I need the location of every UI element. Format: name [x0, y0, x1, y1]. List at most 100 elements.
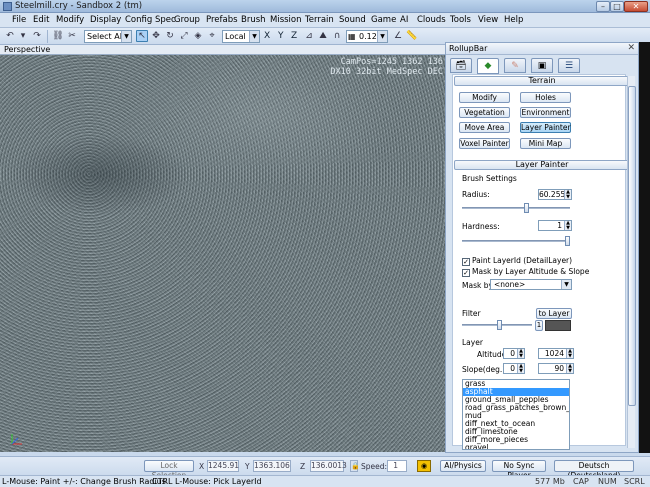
viewport-label[interactable]: Perspective	[4, 45, 50, 54]
mask-altitude-checkbox[interactable]: ✓ Mask by Layer Altitude & Slope	[462, 267, 589, 277]
move-icon[interactable]: ✥	[150, 30, 162, 42]
paint-layerid-label: Paint LayerId (DetailLayer)	[472, 256, 573, 265]
menu-mission[interactable]: Mission	[270, 15, 302, 25]
holes-button[interactable]: Holes	[520, 92, 571, 103]
paint-layerid-checkbox[interactable]: ✓ Paint LayerId (DetailLayer)	[462, 256, 572, 266]
magnet-icon[interactable]: ∩	[331, 30, 343, 42]
memory-indicator: 577 Mb	[535, 477, 565, 486]
y-coord-field[interactable]: 1363.106	[253, 460, 291, 472]
perspective-viewport[interactable]: CamPos=1245 1362 136 DX10 32bit MedSpec …	[0, 55, 445, 452]
list-item[interactable]: gravel	[463, 444, 569, 450]
game-mode-icon[interactable]: ◉	[417, 460, 431, 472]
environment-button[interactable]: Environment	[520, 107, 571, 118]
mask-by-dropdown[interactable]: <none> ▼	[490, 279, 572, 290]
terrain-rollup-header[interactable]: Terrain	[454, 76, 630, 86]
rollup-scrollbar[interactable]	[627, 76, 636, 448]
grid-size-select[interactable]: ▦ 0.125 ▼	[346, 30, 388, 43]
menu-clouds[interactable]: Clouds	[417, 15, 446, 25]
spin-arrows-icon[interactable]: ▲ ▼	[566, 364, 573, 373]
spin-arrows-icon[interactable]: ▲ ▼	[517, 349, 524, 358]
menu-sound[interactable]: Sound	[339, 15, 366, 25]
hardness-slider-thumb[interactable]	[565, 236, 570, 246]
axis-y-button[interactable]: Y	[278, 31, 284, 44]
terrain-snap-icon[interactable]: ⛰	[317, 30, 329, 42]
ai-physics-button[interactable]: AI/Physics	[440, 460, 486, 472]
slope-max-spinner[interactable]: 90 ▲ ▼	[538, 363, 574, 374]
radius-slider-thumb[interactable]	[524, 203, 529, 213]
vegetation-button[interactable]: Vegetation	[459, 107, 510, 118]
spin-arrows-icon[interactable]: ▲ ▼	[517, 364, 524, 373]
to-layer-button[interactable]: to Layer	[536, 308, 572, 319]
menu-help[interactable]: Help	[504, 15, 523, 25]
snap-object-icon[interactable]: ◈	[192, 30, 204, 42]
no-sync-player-button[interactable]: No Sync Player	[492, 460, 546, 480]
z-coord-field[interactable]: 136.0013	[310, 460, 347, 472]
hardness-slider[interactable]	[462, 236, 570, 246]
axis-xy-icon[interactable]: ⊿	[303, 30, 315, 42]
altitude-min-spinner[interactable]: 0 ▲ ▼	[503, 348, 525, 359]
axis-z-button[interactable]: Z	[291, 31, 297, 44]
x-coord-field[interactable]: 1245.91	[207, 460, 239, 472]
close-button[interactable]: ✕	[624, 1, 648, 12]
menu-modify[interactable]: Modify	[56, 15, 84, 25]
hardness-spinner[interactable]: 1 ▲ ▼	[538, 220, 572, 231]
rollup-scrollbar-thumb[interactable]	[628, 86, 636, 406]
menu-view[interactable]: View	[478, 15, 498, 25]
selection-mask-select[interactable]: Select All ▼	[84, 30, 132, 43]
spin-arrows-icon[interactable]: ▲ ▼	[564, 190, 571, 199]
menu-edit[interactable]: Edit	[33, 15, 49, 25]
radius-spinner[interactable]: 60.255 ▲ ▼	[538, 189, 572, 200]
layer-painter-button[interactable]: Layer Painter	[520, 122, 571, 133]
slope-min-spinner[interactable]: 0 ▲ ▼	[503, 363, 525, 374]
scale-icon[interactable]: ⤢	[178, 30, 190, 42]
menu-file[interactable]: File	[12, 15, 26, 25]
menu-brush[interactable]: Brush	[241, 15, 266, 25]
angle-snap-icon[interactable]: ∠	[392, 30, 404, 42]
mini-map-button[interactable]: Mini Map	[520, 138, 571, 149]
tab-layers[interactable]: ☰	[558, 58, 580, 73]
menu-prefabs[interactable]: Prefabs	[206, 15, 238, 25]
tab-display[interactable]: ▣	[531, 58, 553, 73]
undo-dropdown-icon[interactable]: ▾	[17, 30, 29, 42]
lock-icon[interactable]: 🔒	[350, 460, 360, 472]
pick-icon[interactable]: ⌖	[206, 30, 218, 42]
filter-slider[interactable]	[462, 320, 532, 330]
redo-icon[interactable]: ↷	[31, 30, 43, 42]
filter-color-swatch[interactable]	[545, 320, 571, 331]
menu-tools[interactable]: Tools	[450, 15, 471, 25]
coord-system-select[interactable]: Local ▼	[222, 30, 260, 43]
voxel-painter-button[interactable]: Voxel Painter	[459, 138, 510, 149]
menu-display[interactable]: Display	[90, 15, 121, 25]
tab-objects[interactable]: 🗃	[450, 58, 472, 73]
language-indicator[interactable]: Deutsch (Deutschland)	[554, 460, 634, 480]
tab-modeling[interactable]: ✎	[504, 58, 526, 73]
link-icon[interactable]: ⛓	[52, 30, 64, 42]
menu-ai[interactable]: AI	[400, 15, 408, 25]
layer-painter-rollup-header[interactable]: Layer Painter	[454, 160, 630, 170]
menu-group[interactable]: Group	[174, 15, 200, 25]
spin-arrows-icon[interactable]: ▲ ▼	[564, 221, 571, 230]
filter-slider-thumb[interactable]	[497, 320, 502, 330]
rotate-icon[interactable]: ↻	[164, 30, 176, 42]
menu-terrain[interactable]: Terrain	[305, 15, 334, 25]
speed-field[interactable]: 1	[387, 460, 407, 472]
axis-x-button[interactable]: X	[264, 31, 270, 44]
move-area-button[interactable]: Move Area	[459, 122, 510, 133]
minimize-button[interactable]: –	[596, 1, 610, 12]
rollup-close-icon[interactable]: ✕	[627, 43, 635, 53]
unlink-icon[interactable]: ✂	[66, 30, 78, 42]
menu-config-spec[interactable]: Config Spec	[125, 15, 176, 25]
maximize-button[interactable]: □	[610, 1, 624, 12]
altitude-max-spinner[interactable]: 1024 ▲ ▼	[538, 348, 574, 359]
spin-arrows-icon[interactable]: ▲ ▼	[566, 349, 573, 358]
select-cursor-icon[interactable]: ↖	[136, 30, 148, 42]
undo-icon[interactable]: ↶	[4, 30, 16, 42]
radius-slider[interactable]	[462, 203, 570, 213]
lock-selection-button[interactable]: Lock Selection	[144, 460, 194, 480]
layer-list[interactable]: grass asphalt ground_small_pepples road_…	[462, 379, 570, 450]
ruler-icon[interactable]: 📏	[406, 30, 418, 42]
filter-value-field[interactable]: 1	[535, 320, 543, 331]
menu-game[interactable]: Game	[371, 15, 396, 25]
modify-button[interactable]: Modify	[459, 92, 510, 103]
tab-terrain[interactable]: ◆	[477, 58, 499, 74]
